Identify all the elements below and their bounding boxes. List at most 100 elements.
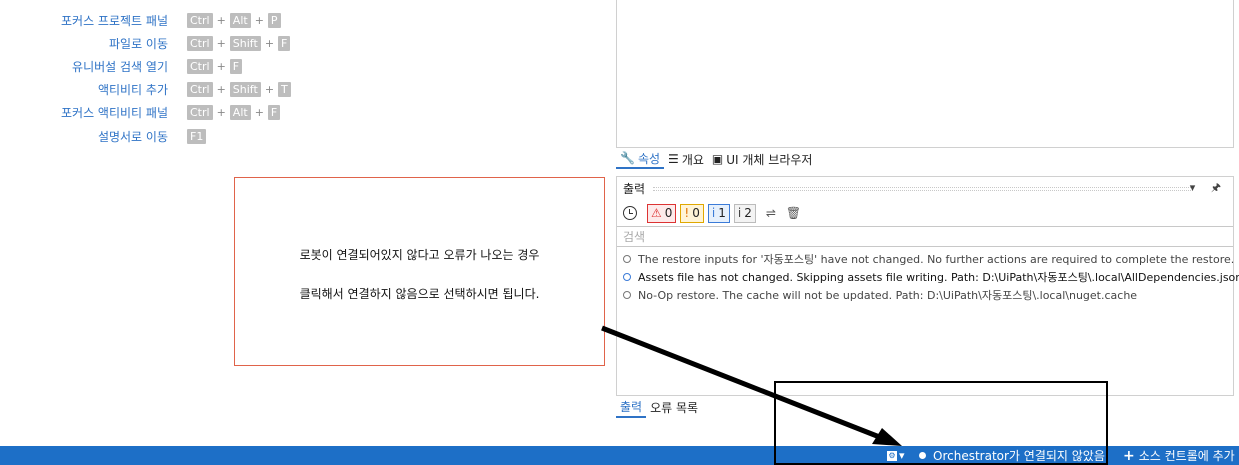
output-title: 출력 — [623, 182, 646, 196]
arrow-head — [872, 428, 902, 446]
shortcut-label[interactable]: 유니버설 검색 열기 — [72, 58, 168, 75]
shortcut-label[interactable]: 파일로 이동 — [109, 35, 168, 52]
panel-controls[interactable]: ▾ 🖈 — [1190, 179, 1227, 198]
ui-browser-icon: ▣ — [711, 152, 724, 166]
plus-icon: + — [1123, 447, 1135, 464]
plus-sign: + — [254, 13, 264, 27]
status-bar: ⚙ ▾ Orchestrator가 연결되지 않았음 + 소스 컨트롤에 추가 — [0, 446, 1239, 465]
tab-label: 속성 — [637, 151, 661, 166]
log-level-icon — [623, 291, 631, 299]
filter-count: 1 — [718, 206, 726, 220]
log-text: Assets file has not changed. Skipping as… — [638, 271, 1239, 284]
plus-sign: + — [216, 59, 226, 73]
shortcut-row: 유니버설 검색 열기 Ctrl + F — [0, 57, 600, 75]
shortcut-label[interactable]: 포커스 액티비티 패널 — [61, 104, 168, 121]
log-text: No-Op restore. The cache will not be upd… — [638, 289, 1138, 302]
plus-sign: + — [216, 36, 226, 50]
shortcut-label[interactable]: 설명서로 이동 — [98, 128, 168, 145]
shortcut-keys: Ctrl + F — [187, 57, 243, 75]
shortcut-row: 파일로 이동 Ctrl + Shift + F — [0, 34, 600, 52]
outline-icon: ☰ — [668, 152, 679, 166]
tab-label: UI 개체 브라우저 — [726, 152, 813, 167]
trash-icon[interactable]: 🗑 — [786, 206, 801, 220]
dropdown-arrow-icon: ▾ — [899, 449, 905, 462]
shortcut-row: 포커스 액티비티 패널 Ctrl + Alt + F — [0, 103, 600, 121]
error-filter[interactable]: ⚠ 0 — [647, 203, 677, 223]
tab-error-list[interactable]: 오류 목록 — [646, 398, 702, 418]
trace-icon: i — [737, 206, 742, 220]
warning-filter[interactable]: ! 0 — [680, 203, 704, 223]
tab-wrench[interactable]: 🔧 속성 — [616, 149, 665, 169]
shortcut-row: 설명서로 이동 F1 — [0, 127, 600, 145]
warn-icon: ! — [684, 206, 690, 220]
filter-list-icon[interactable]: ⇌ — [766, 206, 776, 220]
log-text: The restore inputs for '자동포스팅' have not … — [638, 253, 1235, 266]
plus-sign: + — [216, 13, 226, 27]
shortcut-row: 포커스 프로젝트 패널 Ctrl + Alt + P — [0, 11, 600, 29]
key-cap: Alt — [229, 104, 251, 120]
orchestrator-label: Orchestrator가 연결되지 않았음 — [933, 449, 1105, 463]
key-cap: Ctrl — [187, 58, 213, 74]
shortcut-row: 액티비티 추가 Ctrl + Shift + T — [0, 80, 600, 98]
shortcut-keys: Ctrl + Alt + P — [187, 11, 281, 29]
key-cap: F — [278, 35, 291, 51]
output-toolbar: ⚠ 0! 0 i 1 i 2 ⇌ 🗑 — [623, 203, 801, 223]
source-control-label: 소스 컨트롤에 추가 — [1138, 449, 1235, 463]
trace-filter[interactable]: i2 — [733, 203, 756, 223]
robot-icon: ⚙ — [887, 450, 897, 461]
shortcut-keys: Ctrl + Alt + F — [187, 103, 281, 121]
plus-sign: + — [254, 105, 264, 119]
plus-sign: + — [264, 36, 275, 50]
log-row[interactable]: Assets file has not changed. Skipping as… — [623, 268, 1239, 286]
key-cap: Ctrl — [187, 12, 213, 28]
shortcut-label[interactable]: 포커스 프로젝트 패널 — [61, 12, 168, 29]
log-level-icon — [623, 255, 631, 263]
key-cap: Shift — [229, 35, 261, 51]
info-filter[interactable]: i1 — [707, 203, 730, 223]
shortcut-label[interactable]: 액티비티 추가 — [98, 81, 168, 98]
key-cap: Ctrl — [187, 35, 213, 51]
key-cap: Alt — [229, 12, 251, 28]
info-icon: i — [711, 206, 716, 220]
orchestrator-status[interactable]: Orchestrator가 연결되지 않았음 — [919, 446, 1105, 465]
note-line-2: 클릭해서 연결하지 않음으로 선택하시면 됩니다. — [299, 287, 540, 301]
key-cap: P — [267, 12, 281, 28]
shortcut-keys: Ctrl + Shift + F — [187, 34, 291, 52]
filter-count: 0 — [664, 206, 673, 220]
log-row[interactable]: No-Op restore. The cache will not be upd… — [623, 286, 1229, 304]
log-list: The restore inputs for '자동포스팅' have not … — [623, 250, 1239, 304]
err-icon: ⚠ — [651, 206, 662, 220]
robot-status-button[interactable]: ⚙ ▾ — [887, 446, 905, 465]
filter-count: 2 — [744, 206, 752, 220]
tab-label: 개요 — [681, 152, 704, 167]
key-cap: Shift — [229, 81, 261, 97]
plus-sign: + — [216, 105, 226, 119]
timestamp-toggle-icon[interactable] — [623, 206, 637, 220]
plus-sign: + — [216, 82, 226, 96]
designer-canvas — [616, 0, 1234, 148]
log-row[interactable]: The restore inputs for '자동포스팅' have not … — [623, 250, 1234, 268]
tab-ui-browser[interactable]: ▣ UI 개체 브라우저 — [708, 149, 817, 169]
plus-sign: + — [264, 82, 275, 96]
key-cap: Ctrl — [187, 104, 213, 120]
key-cap: F — [229, 58, 243, 74]
shortcut-keys: F1 — [187, 127, 207, 145]
panel-grip[interactable] — [653, 187, 1193, 191]
annotation-note: 로봇이 연결되어있지 않다고 오류가 나오는 경우 클릭해서 연결하지 않음으로… — [234, 177, 605, 366]
log-level-icon — [623, 273, 631, 281]
search-input[interactable]: 검색 — [617, 226, 1233, 247]
shortcut-keys: Ctrl + Shift + T — [187, 80, 291, 98]
tab-outline[interactable]: ☰ 개요 — [664, 149, 708, 169]
output-panel: 출력 ▾ 🖈 ⚠ 0! 0 i 1 i 2 ⇌ 🗑 검색 The restore inputs … — [616, 176, 1239, 396]
note-line-1: 로봇이 연결되어있지 않다고 오류가 나오는 경우 — [299, 248, 540, 262]
key-cap: F1 — [187, 128, 207, 144]
filter-count: 0 — [692, 206, 700, 220]
add-to-source-control-button[interactable]: + 소스 컨트롤에 추가 — [1123, 446, 1235, 465]
properties-tabbar: 🔧 속성 ☰ 개요 ▣ UI 개체 브라우저 — [616, 149, 816, 169]
wrench-icon: 🔧 — [620, 151, 635, 165]
key-cap: Ctrl — [187, 81, 213, 97]
key-cap: F — [267, 104, 281, 120]
studio-window: 포커스 프로젝트 패널 Ctrl + Alt + P 파일로 이동 Ctrl + Shift + F 유… — [0, 0, 1239, 465]
tab-output[interactable]: 출력 — [616, 397, 647, 418]
key-cap: T — [278, 81, 291, 97]
